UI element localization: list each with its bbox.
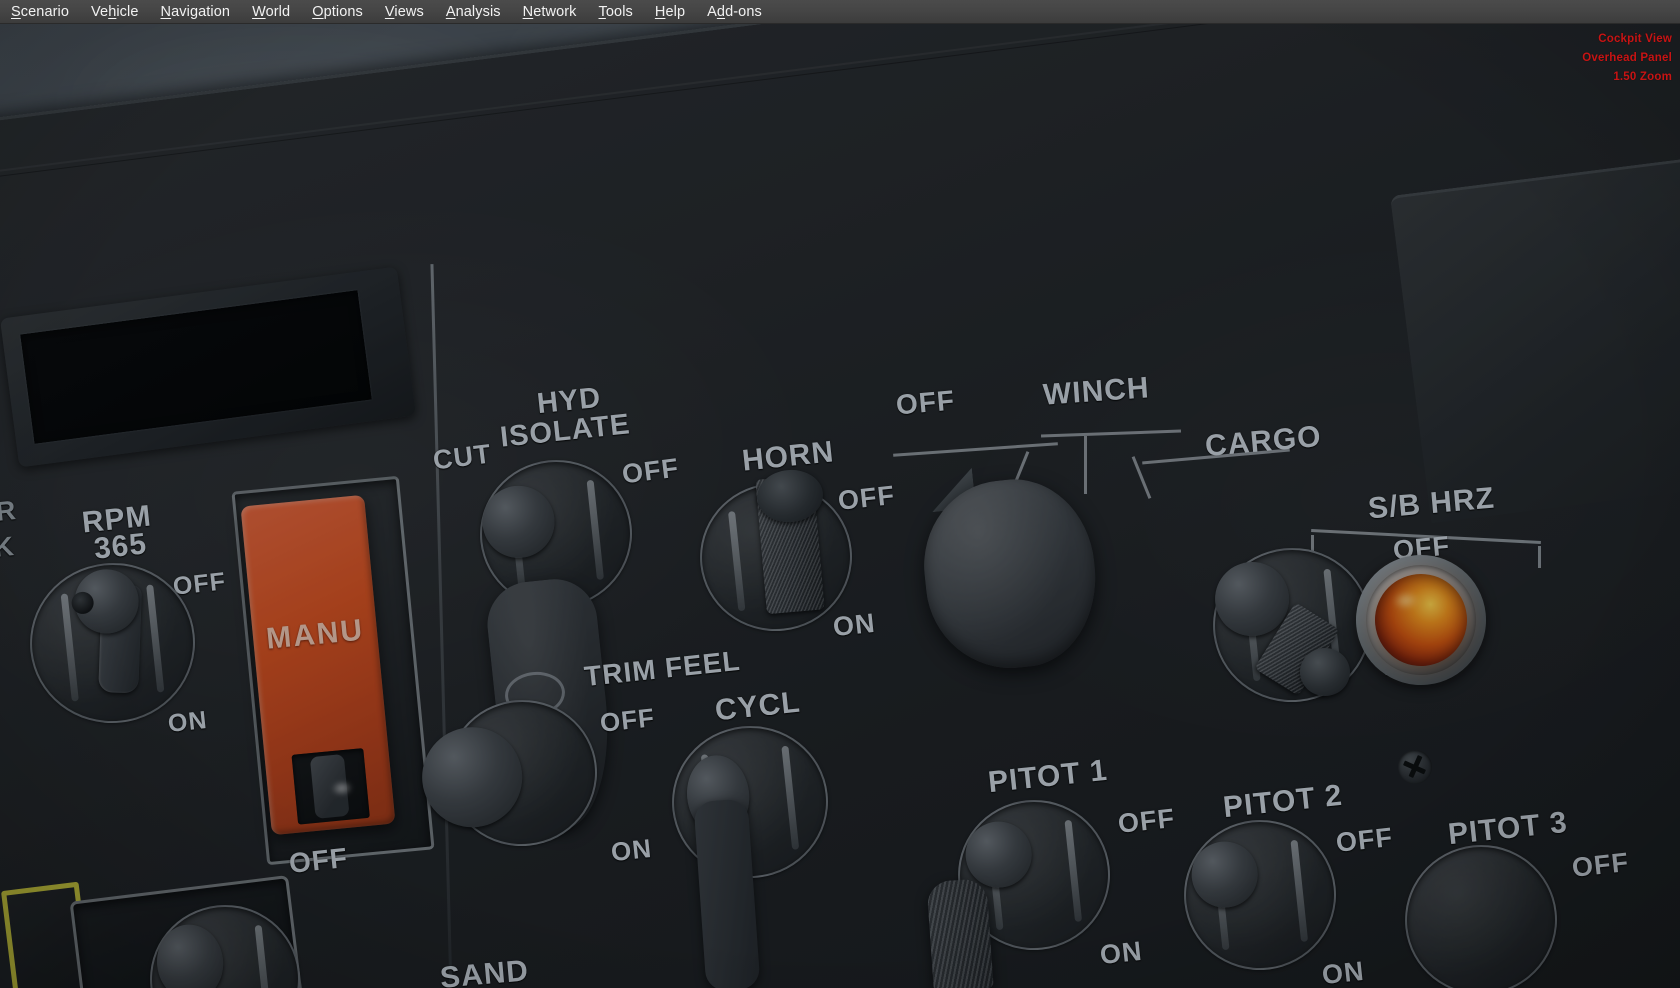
panel-screw bbox=[1398, 750, 1432, 784]
switch-bezel bbox=[1397, 837, 1565, 988]
menu-mnemonic: T bbox=[598, 3, 606, 20]
label-pitot2-off: OFF bbox=[1334, 822, 1395, 858]
menu-item-vehicle[interactable]: Vehicle bbox=[80, 3, 149, 21]
manu-window-glare bbox=[330, 779, 354, 798]
menu-mnemonic: H bbox=[654, 3, 666, 20]
label-trim-on: ON bbox=[609, 832, 654, 868]
label-lower-off: OFF bbox=[287, 842, 350, 880]
label-pitot1-off: OFF bbox=[1116, 803, 1177, 839]
switch-pitot-3[interactable] bbox=[1397, 837, 1565, 988]
label-edge-k: K bbox=[0, 531, 16, 563]
panel-right-shoulder bbox=[1390, 143, 1680, 524]
amber-light-lens bbox=[1370, 569, 1472, 671]
menu-mnemonic: N bbox=[160, 3, 172, 20]
menu-item-options[interactable]: Options bbox=[301, 3, 374, 21]
menu-item-tools[interactable]: Tools bbox=[588, 3, 644, 21]
switch-pitot-2[interactable] bbox=[1176, 812, 1344, 978]
label-edge-r: R bbox=[0, 495, 18, 527]
pitot1-lever-grip[interactable] bbox=[926, 878, 994, 988]
menu-mnemonic: S bbox=[11, 3, 21, 20]
menu-mnemonic: O bbox=[312, 3, 324, 20]
menu-item-scenario[interactable]: Scenario bbox=[0, 3, 80, 21]
amber-light-bezel bbox=[1360, 559, 1482, 681]
menu-mnemonic: W bbox=[252, 3, 266, 20]
menu-item-views[interactable]: Views bbox=[374, 3, 435, 21]
menu-mnemonic: h bbox=[108, 3, 117, 20]
menu-item-world[interactable]: World bbox=[241, 3, 301, 21]
menu-item-analysis[interactable]: Analysis bbox=[435, 3, 512, 21]
menu-bar: Scenario Vehicle Navigation World Option… bbox=[0, 0, 1680, 24]
label-winch-off: OFF bbox=[894, 384, 957, 421]
sb-hrz-lever-cap[interactable] bbox=[1300, 648, 1350, 696]
menu-mnemonic: V bbox=[384, 3, 395, 20]
manu-guard-label: MANU bbox=[264, 613, 366, 656]
menu-item-network[interactable]: Network bbox=[512, 3, 588, 21]
menu-item-help[interactable]: Help bbox=[644, 3, 696, 21]
switch-rpm-365[interactable] bbox=[22, 554, 203, 732]
menu-mnemonic: N bbox=[522, 3, 534, 20]
menu-item-addons[interactable]: Add-ons bbox=[696, 3, 773, 21]
menu-mnemonic: d bbox=[716, 3, 726, 20]
manu-guard-window bbox=[291, 748, 370, 825]
label-pitot3-off: OFF bbox=[1570, 847, 1631, 883]
menu-mnemonic: A bbox=[445, 3, 456, 20]
label-trim-off: OFF bbox=[598, 702, 657, 738]
menu-item-navigation[interactable]: Navigation bbox=[150, 3, 242, 21]
switch-lower-left[interactable] bbox=[142, 897, 308, 988]
cockpit-overhead-panel: R K RPM 365 OFF ON MANU HYD ISOLATE CUT bbox=[0, 0, 1680, 988]
simulator-window: Scenario Vehicle Navigation World Option… bbox=[0, 0, 1680, 988]
switch-trim-feel[interactable] bbox=[417, 692, 605, 854]
